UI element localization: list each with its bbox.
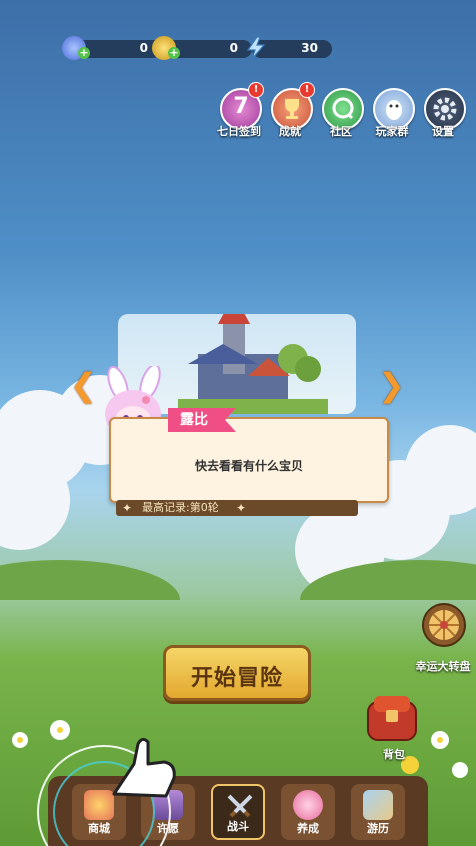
best-record-bar: ✦ 最高记录:第0轮 ✦ xyxy=(116,500,358,516)
backpack-icon xyxy=(367,696,417,741)
settings-label: 设置 xyxy=(432,125,454,138)
paw-icon xyxy=(293,790,323,820)
dialog-box[interactable]: 快去看看有什么宝贝 xyxy=(109,417,389,503)
add-coins-icon[interactable]: + xyxy=(168,47,180,59)
start-adventure-label: 开始冒险 xyxy=(190,666,283,691)
lucky-wheel-button[interactable]: 幸运大转盘 xyxy=(416,602,472,673)
achievement-badge: ! xyxy=(299,82,315,98)
next-stage-arrow[interactable]: ❯ xyxy=(378,368,405,402)
sparkle-icon: ✦ xyxy=(236,501,247,515)
checkin-badge: ! xyxy=(248,82,264,98)
nav-battle-label: 战斗 xyxy=(227,820,249,833)
lucky-wheel-icon xyxy=(422,603,466,647)
chevron-right-icon: ❯ xyxy=(378,366,405,404)
best-record-text: 最高记录:第0轮 xyxy=(142,501,219,514)
add-gems-icon[interactable]: + xyxy=(78,47,90,59)
sparkle-icon: ✦ xyxy=(122,501,133,515)
lucky-wheel-label: 幸运大转盘 xyxy=(415,660,471,673)
nav-travel-label: 游历 xyxy=(367,822,389,835)
nav-cultivate[interactable]: 养成 xyxy=(281,784,335,840)
backpack-label: 背包 xyxy=(383,748,405,761)
energy-value: 30 xyxy=(301,41,318,55)
start-adventure-button[interactable]: 开始冒险 xyxy=(163,645,311,701)
backpack-button[interactable]: 背包 xyxy=(364,692,424,764)
hand-pointer-icon xyxy=(112,737,176,798)
energy-counter[interactable]: 30 xyxy=(246,36,332,60)
nav-cultivate-label: 养成 xyxy=(297,822,319,835)
map-icon xyxy=(363,790,393,820)
gems-value: 0 xyxy=(139,41,148,55)
coins-counter[interactable]: + 0 xyxy=(152,36,252,60)
lightning-icon xyxy=(244,36,268,60)
dialog-text: 快去看看有什么宝贝 xyxy=(194,459,303,473)
nav-travel[interactable]: 游历 xyxy=(351,784,405,840)
gems-counter[interactable]: + 0 xyxy=(62,36,162,60)
coins-value: 0 xyxy=(229,41,238,55)
nav-battle[interactable]: 战斗 xyxy=(211,784,265,840)
